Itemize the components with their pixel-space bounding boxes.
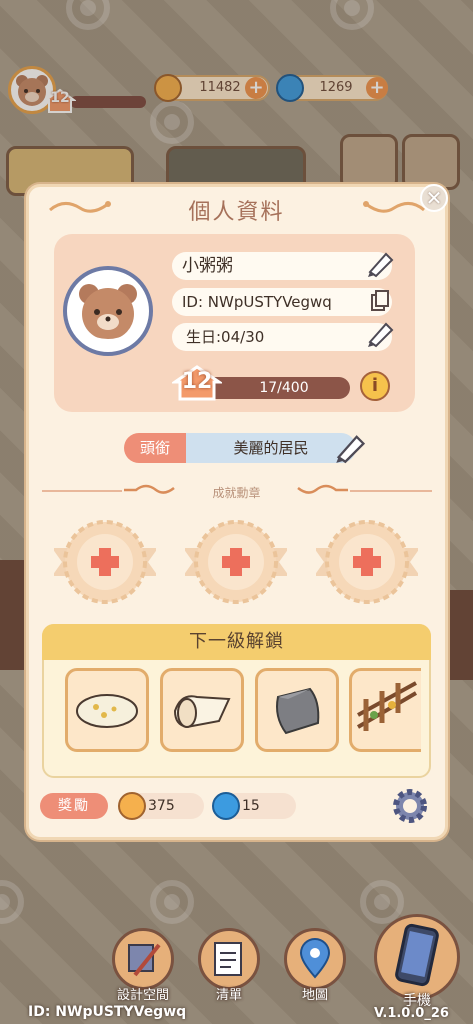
coin-icon [118,792,146,820]
version-text: V.1.0.0_26 [374,1006,449,1021]
fence-icon [356,681,418,731]
unlock-item-fence[interactable] [349,668,421,752]
reward-label: 獎勵 [40,793,108,819]
stone-block-icon [276,687,320,735]
copy-icon[interactable] [370,290,390,312]
settings-gear-icon[interactable] [390,786,430,826]
player-id-text: ID: NWpUSTYVegwq [182,293,332,311]
nickname-field: 小粥粥 [172,252,392,280]
rug-icon [76,694,138,728]
list-label: 清單 [215,988,242,1003]
design-icon [128,943,161,977]
map-pin-icon [299,938,331,979]
phone-button[interactable] [374,914,460,1000]
phone-icon [395,923,439,987]
list-button[interactable] [198,928,260,990]
player-id-field: ID: NWpUSTYVegwq [172,288,392,316]
birthday-text: 生日:04/30 [186,328,265,346]
title-value[interactable]: 美麗的居民 [186,433,356,463]
birthday-field: 生日:04/30 [172,323,392,351]
profile-avatar[interactable] [63,266,153,356]
nickname-text: 小粥粥 [182,256,233,276]
edit-title-icon[interactable] [334,430,368,464]
level-text: 12 [181,369,213,394]
gem-icon [212,792,240,820]
bear-avatar-icon [79,284,137,346]
xp-progress-bar: 17/400 [200,377,350,399]
footer-player-id: ID: NWpUSTYVegwq [28,1004,187,1020]
xp-text: 17/400 [259,380,309,396]
edit-nickname-icon[interactable] [366,248,396,278]
dialog-title: 個人資料 [188,200,285,225]
map-label: 地圖 [301,988,328,1003]
medal-slot-3[interactable] [314,510,420,616]
unlock-item-rug[interactable] [65,668,149,752]
list-icon [214,942,242,976]
close-button[interactable]: ✕ [420,184,448,212]
design-space-button[interactable] [112,928,174,990]
design-space-label: 設計空間 [116,988,169,1003]
edit-birthday-icon[interactable] [366,318,396,348]
cloth-icon [173,695,231,729]
medal-slot-2[interactable] [183,510,289,616]
map-button[interactable] [284,928,346,990]
unlock-header: 下一級解鎖 [42,624,431,660]
unlock-item-cloth[interactable] [160,668,244,752]
medal-slot-1[interactable] [52,510,158,616]
medal-section-header: 成就勳章 [212,486,261,500]
unlock-item-stone[interactable] [255,668,339,752]
level-info-button[interactable]: i [360,371,390,401]
title-label: 頭銜 [124,433,186,463]
